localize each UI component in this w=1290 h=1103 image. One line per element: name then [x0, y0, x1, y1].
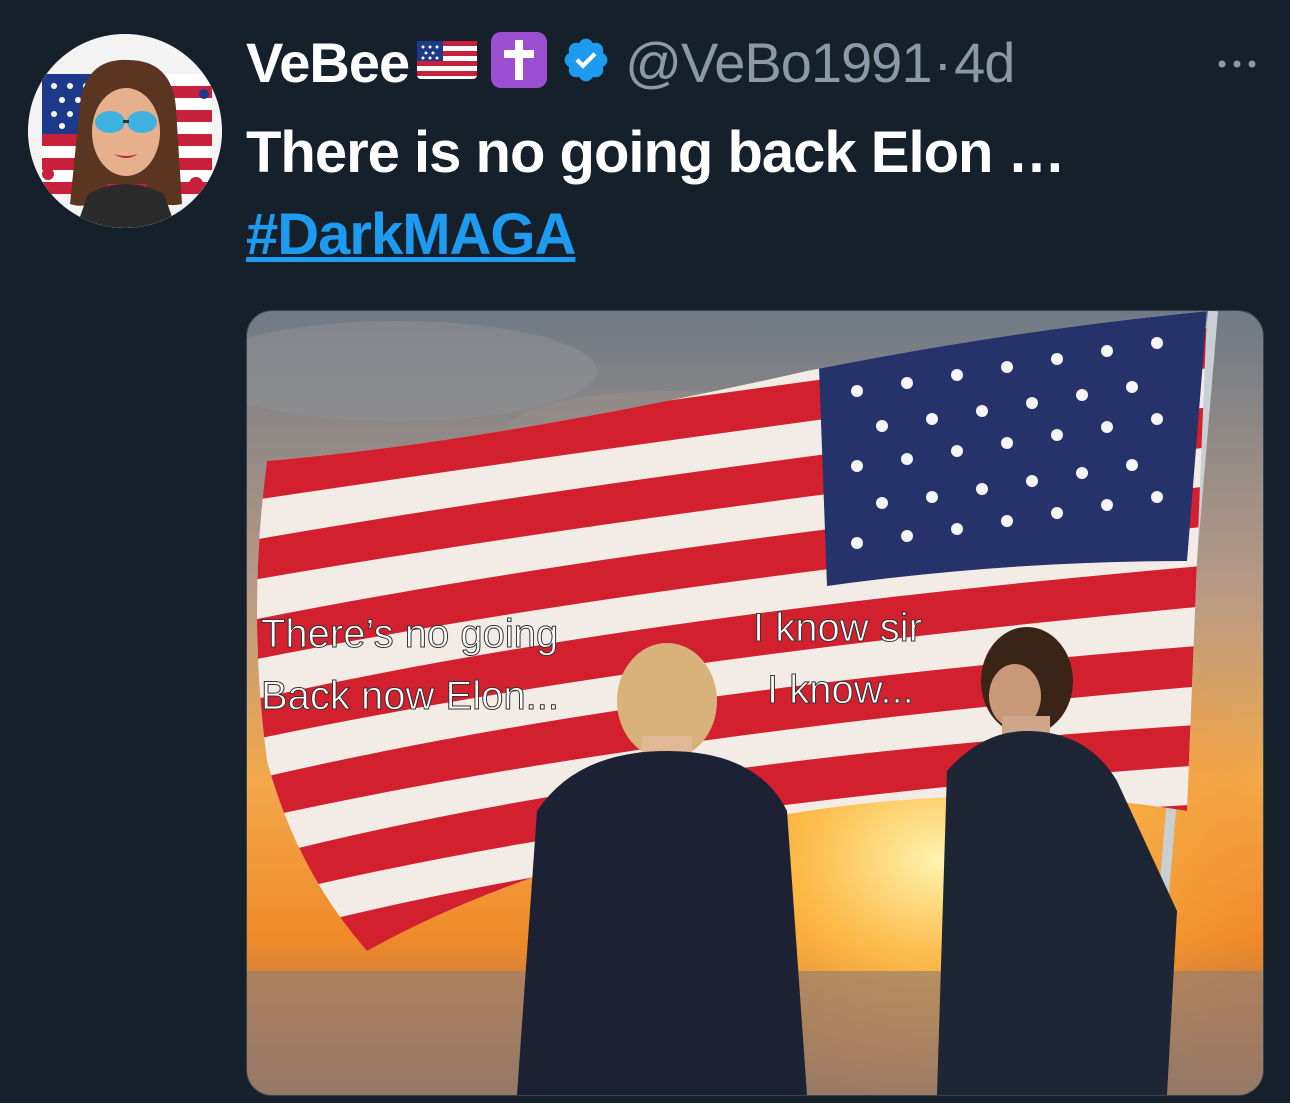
tweet-header: VeBee @VeBo1991 · 4d [246, 24, 1015, 100]
us-flag-icon [417, 39, 478, 86]
tweet-text-line: There is no going back Elon … [246, 120, 1066, 185]
user-handle[interactable]: @VeBo1991 [625, 30, 932, 95]
verified-badge-icon[interactable] [561, 35, 611, 90]
hashtag-link[interactable]: #DarkMAGA [246, 202, 576, 267]
caption-left-line1: There’s no going [261, 612, 558, 656]
latin-cross-icon [491, 31, 548, 93]
meme-image: There’s no going Back now Elon... I know… [247, 311, 1263, 1095]
avatar[interactable] [28, 34, 222, 228]
caption-right-line2: I know... [767, 668, 914, 712]
more-options-button[interactable] [1212, 44, 1262, 80]
tweet-text: There is no going back Elon … #DarkMAGA [246, 112, 1066, 277]
caption-right-line1: I know sir [753, 606, 922, 650]
display-name[interactable]: VeBee [246, 30, 410, 95]
caption-left-line2: Back now Elon... [261, 674, 559, 718]
tweet-media-image[interactable]: There’s no going Back now Elon... I know… [246, 310, 1264, 1096]
avatar-image [28, 34, 222, 228]
tweet: VeBee @VeBo1991 · 4d There is no going b… [0, 0, 1290, 1103]
more-options-icon [1218, 60, 1256, 68]
separator-dot: · [933, 30, 953, 94]
timestamp[interactable]: 4d [954, 30, 1015, 95]
